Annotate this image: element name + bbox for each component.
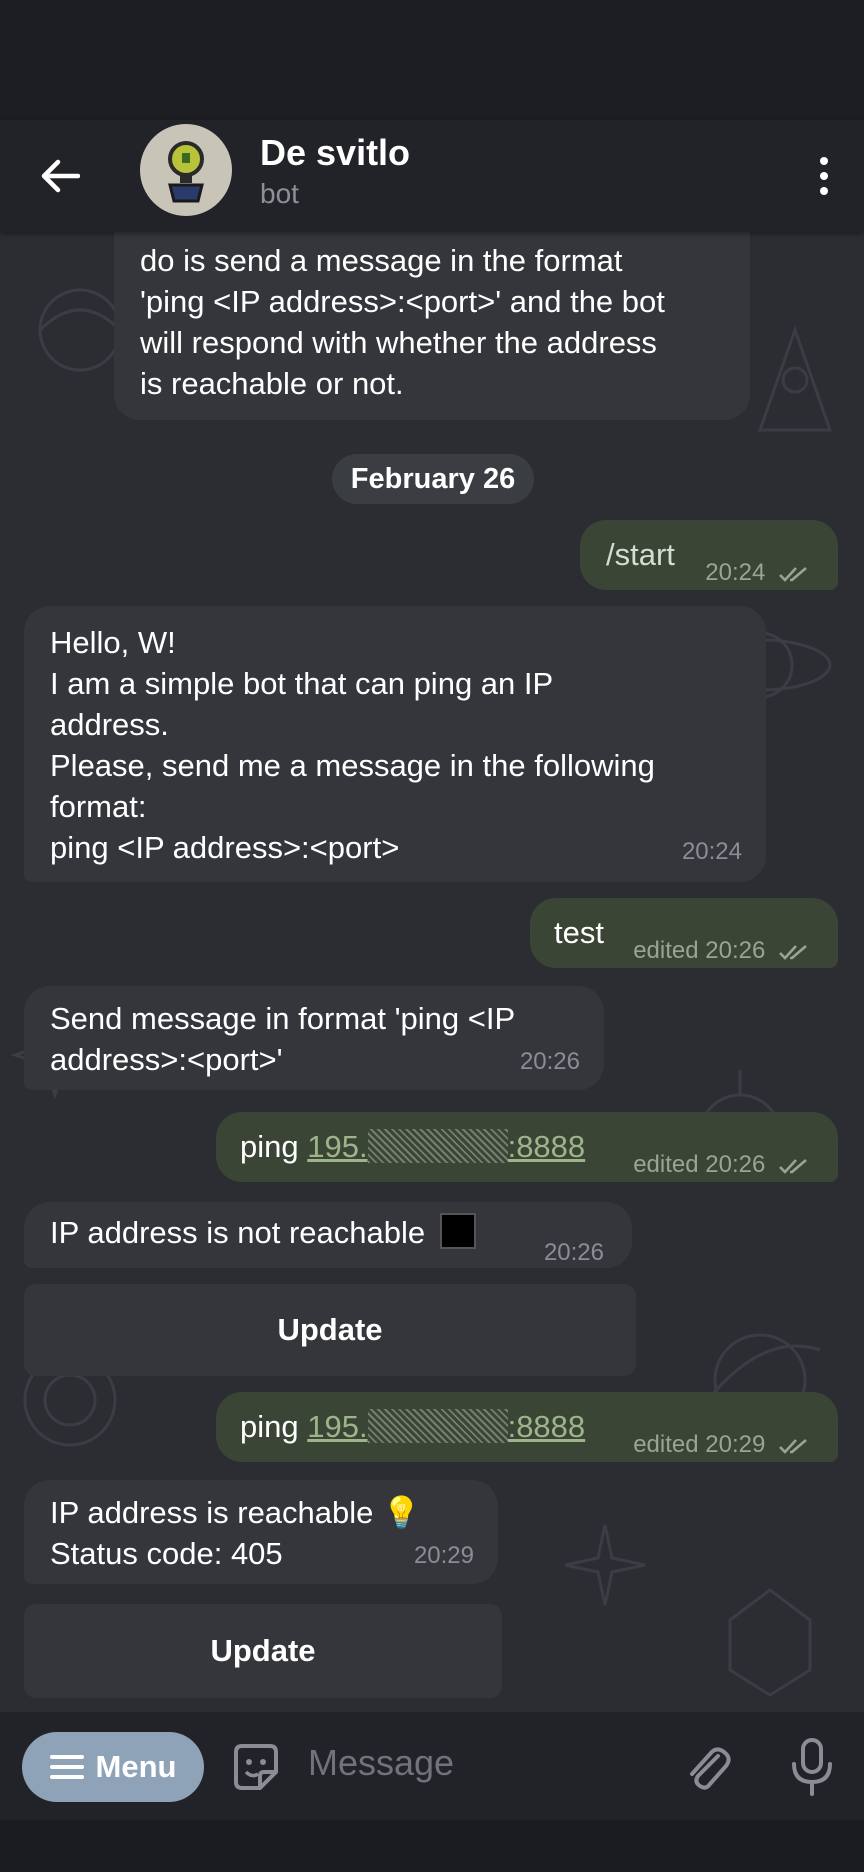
message-text-line: address>:<port>' [50, 1042, 283, 1077]
doodle-icon [728, 1588, 812, 1697]
more-options-button[interactable] [806, 146, 842, 206]
message-text-line: will respond with whether the address [140, 325, 657, 360]
attach-button[interactable] [680, 1740, 736, 1796]
message-text: test [554, 915, 604, 950]
hamburger-icon [49, 1755, 84, 1779]
ip-link[interactable]: 195.:8888 [307, 1409, 585, 1444]
message-bubble-outgoing[interactable]: test edited 20:26 [530, 898, 838, 968]
double-check-icon [779, 944, 807, 960]
message-time: 20:29 [413, 1542, 474, 1569]
paperclip-icon [690, 1747, 731, 1790]
message-time: edited 20:26 [633, 1144, 810, 1185]
sticker-icon [234, 1744, 278, 1790]
message-time: 20:24 [681, 838, 742, 865]
message-text: ping 195.:8888 [240, 1406, 585, 1447]
sticker-button[interactable] [228, 1740, 284, 1796]
redacted-block [367, 1129, 508, 1163]
message-text-line: is reachable or not. [140, 366, 404, 401]
message-text-line: I am a simple bot that can ping an IP [50, 666, 554, 701]
doodle-icon [757, 325, 833, 432]
message-text-line: IP address is reachable 💡 [50, 1495, 421, 1530]
chat-subtitle: bot [260, 178, 299, 209]
double-check-icon [779, 1158, 807, 1174]
message-text-line: Send message in format 'ping <IP [50, 1001, 516, 1036]
message-text-line: Status code: 405 [50, 1536, 283, 1571]
message-text-line: Please, send me a message in the followi… [50, 748, 655, 783]
doodle-icon [564, 1524, 646, 1606]
message-text: IP address is not reachable [50, 1212, 476, 1253]
update-button[interactable]: Update [24, 1604, 502, 1698]
message-bubble-incoming[interactable]: IP address is reachable 💡 Status code: 4… [24, 1480, 498, 1584]
ip-link[interactable]: 195.:8888 [307, 1129, 585, 1164]
date-divider: February 26 [332, 454, 534, 504]
update-button[interactable]: Update [24, 1284, 636, 1376]
status-bar [0, 0, 864, 120]
message-bubble-outgoing[interactable]: /start 20:24 [580, 520, 838, 590]
microphone-icon [792, 1738, 832, 1796]
message-text-line: ping <IP address>:<port> [50, 830, 400, 865]
message-text-line: Hello, W! [50, 625, 176, 660]
message-input-bar: Menu Message [0, 1712, 864, 1820]
message-text-line: format: [50, 789, 147, 824]
message-bubble-incoming[interactable]: Send message in format 'ping <IP address… [24, 986, 604, 1090]
message-text-line: address. [50, 707, 169, 742]
message-text-line: 'ping <IP address>:<port>' and the bot [140, 284, 665, 319]
ping-prefix: ping [240, 1409, 308, 1444]
message-time: 20:26 [519, 1048, 580, 1075]
message-input[interactable]: Message [308, 1742, 454, 1784]
double-check-icon [779, 1438, 807, 1454]
redacted-block [367, 1409, 508, 1443]
message-text-line: do is send a message in the format [140, 243, 623, 278]
chat-title[interactable]: De svitlo [260, 132, 410, 174]
message-time: 20:24 [705, 552, 810, 593]
chat-header: De svitlo bot [0, 120, 864, 232]
message-bubble-incoming[interactable]: Hello, W! I am a simple bot that can pin… [24, 606, 766, 882]
more-vertical-icon [820, 157, 828, 165]
menu-button[interactable]: Menu [22, 1732, 204, 1802]
system-nav-bar [0, 1820, 864, 1872]
ping-prefix: ping [240, 1129, 308, 1164]
message-bubble-outgoing[interactable]: ping 195.:8888 edited 20:26 [216, 1112, 838, 1182]
message-bubble-incoming[interactable]: IP address is not reachable 20:26 [24, 1202, 632, 1268]
message-text: /start [606, 537, 675, 572]
menu-label: Menu [95, 1749, 177, 1784]
lightbulb-plant-icon [168, 141, 204, 203]
message-time: edited 20:26 [633, 930, 810, 971]
avatar[interactable] [140, 124, 232, 216]
message-time: edited 20:29 [633, 1424, 810, 1465]
black-square-icon [439, 1213, 476, 1249]
back-button[interactable] [32, 148, 88, 204]
message-time: 20:26 [543, 1239, 604, 1266]
message-bubble-outgoing[interactable]: ping 195.:8888 edited 20:29 [216, 1392, 838, 1462]
message-text: ping 195.:8888 [240, 1126, 585, 1167]
double-check-icon [779, 566, 807, 582]
voice-button[interactable] [784, 1736, 840, 1800]
arrow-left-icon [41, 159, 80, 193]
